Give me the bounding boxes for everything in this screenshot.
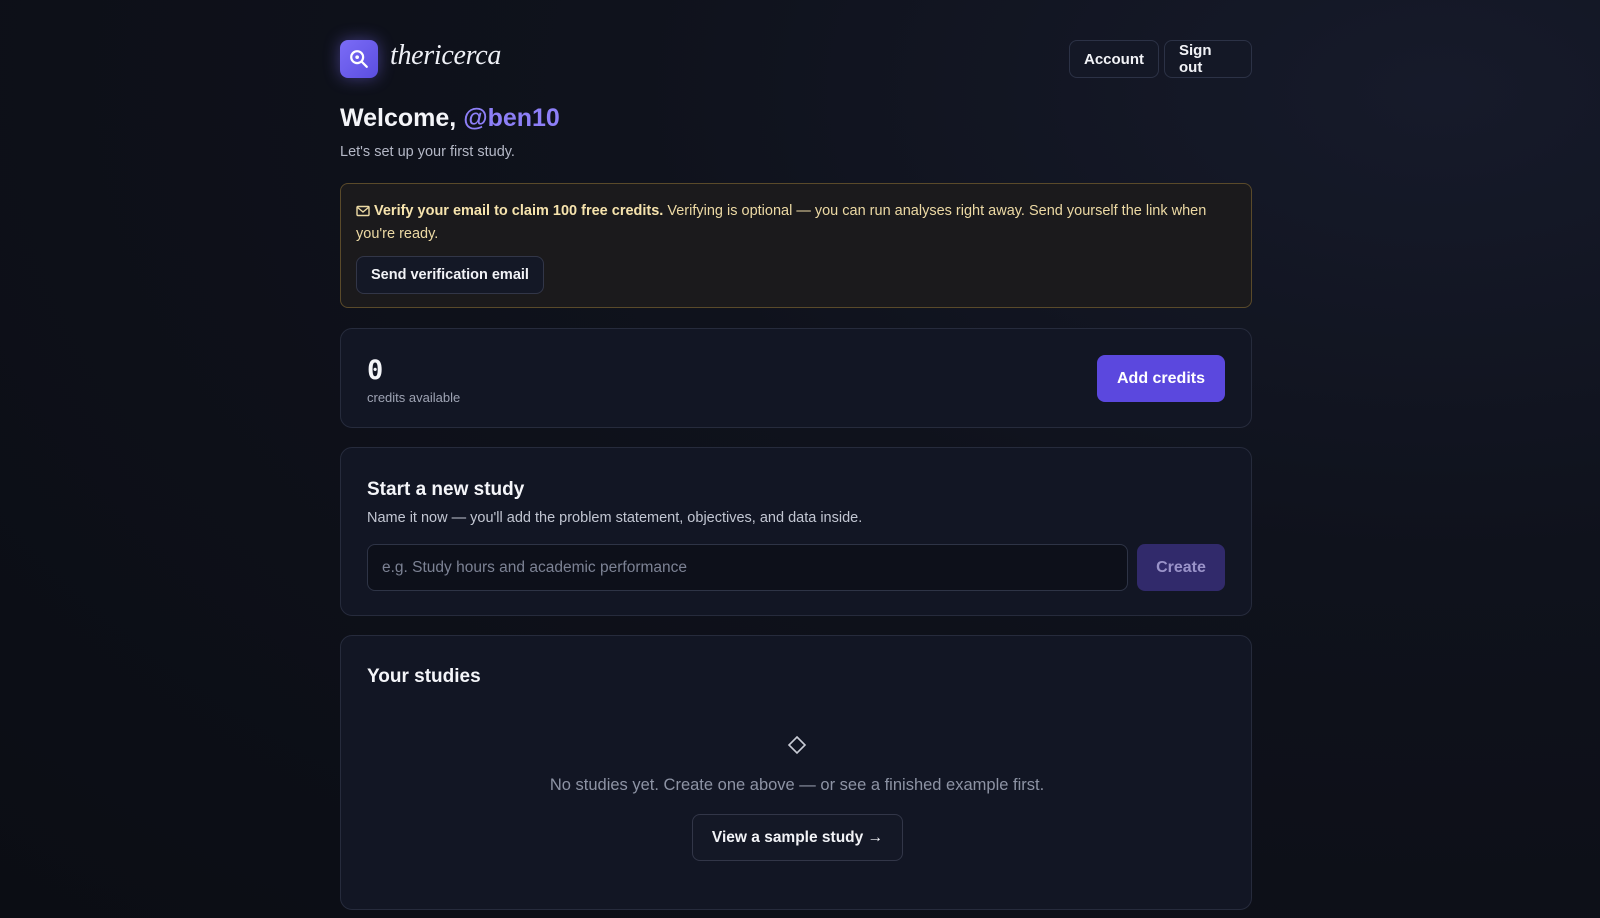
- logo[interactable]: [340, 40, 378, 78]
- credits-card: 0 credits available Add credits: [340, 328, 1252, 428]
- credits-count: 0: [367, 355, 384, 386]
- studies-card: Your studies No studies yet. Create one …: [340, 635, 1252, 910]
- username: @ben10: [463, 104, 560, 132]
- search-icon: [350, 50, 368, 68]
- account-button[interactable]: Account: [1069, 40, 1159, 78]
- empty-state-text: No studies yet. Create one above — or se…: [549, 776, 1045, 794]
- new-study-title: Start a new study: [367, 479, 525, 500]
- page-container: thericerca Account Sign out Welcome, @be…: [340, 0, 1252, 910]
- create-study-button[interactable]: Create: [1137, 544, 1225, 591]
- view-sample-study-button[interactable]: View a sample study →: [692, 814, 903, 861]
- diamond-icon: [787, 735, 807, 755]
- credits-label: credits available: [367, 390, 461, 405]
- add-credits-button[interactable]: Add credits: [1096, 355, 1225, 402]
- study-name-input[interactable]: [367, 544, 1128, 591]
- send-verification-button[interactable]: Send verification email: [356, 256, 544, 294]
- verify-bold-text: Verify your email to claim 100 free cred…: [374, 203, 664, 219]
- brand-name: thericerca: [390, 40, 502, 71]
- welcome-subtitle: Let's set up your first study.: [340, 144, 515, 160]
- welcome-heading: Welcome, @ben10: [340, 104, 560, 133]
- welcome-prefix: Welcome,: [340, 104, 457, 132]
- new-study-card: Start a new study Name it now — you'll a…: [340, 447, 1252, 616]
- verify-email-banner: Verify your email to claim 100 free cred…: [340, 183, 1252, 308]
- top-bar: thericerca Account Sign out: [340, 0, 1252, 118]
- sign-out-button[interactable]: Sign out: [1164, 40, 1252, 78]
- new-study-description: Name it now — you'll add the problem sta…: [367, 510, 863, 526]
- verify-message: Verify your email to claim 100 free cred…: [356, 200, 1236, 246]
- mail-icon: [356, 205, 370, 217]
- studies-title: Your studies: [367, 666, 481, 687]
